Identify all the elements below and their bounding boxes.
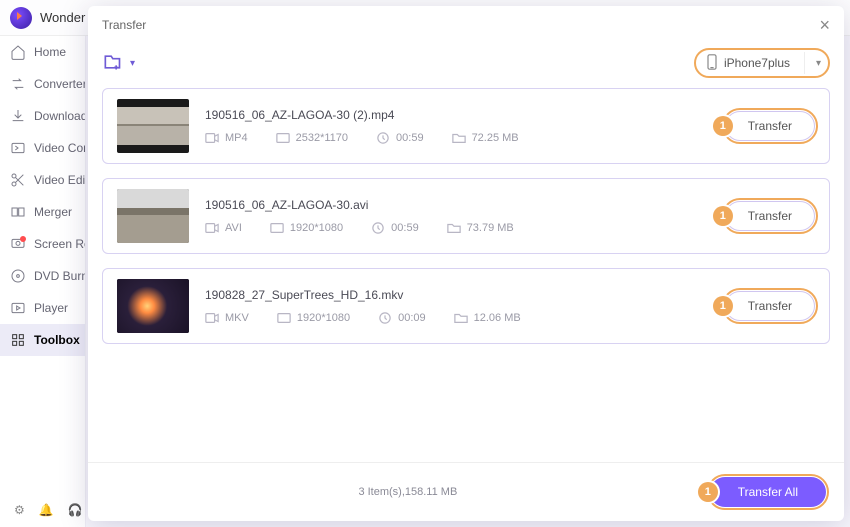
download-icon [10,108,26,124]
file-size: 72.25 MB [472,132,519,144]
close-modal-button[interactable]: × [819,16,830,34]
add-file-button[interactable] [102,53,126,73]
file-name: 190516_06_AZ-LAGOA-30.avi [205,198,709,212]
sidebar-item-label: Player [34,301,68,315]
sidebar-item-label: Home [34,45,66,59]
file-summary: 3 Item(s),158.11 MB [106,486,710,498]
transfer-modal: Transfer × ▾ iPhone7plus ▾ 190516_06_AZ-… [88,6,844,521]
file-format: MKV [225,312,249,324]
file-duration: 00:59 [396,132,424,144]
clock-icon [371,222,385,234]
folder-icon [452,132,466,144]
file-format: MP4 [225,132,248,144]
file-duration: 00:09 [398,312,426,324]
file-name: 190828_27_SuperTrees_HD_16.mkv [205,288,709,302]
clock-icon [378,312,392,324]
sidebar-item-home[interactable]: Home [0,36,85,68]
format-icon [205,132,219,144]
transfer-button[interactable]: Transfer [725,111,815,141]
file-size: 12.06 MB [474,312,521,324]
app-name: Wonder [40,10,85,25]
clock-icon [376,132,390,144]
format-icon [205,312,219,324]
resolution-icon [276,132,290,144]
transfer-button[interactable]: Transfer [725,201,815,231]
file-duration: 00:59 [391,222,419,234]
converter-icon [10,76,26,92]
step-badge: 1 [713,206,733,226]
home-icon [10,44,26,60]
sidebar-item-label: Video Compressor [34,141,86,155]
sidebar-item-converter[interactable]: Converter [0,68,85,100]
notification-dot-icon [20,236,26,242]
device-name: iPhone7plus [724,56,790,70]
resolution-icon [270,222,284,234]
step-badge: 1 [713,116,733,136]
folder-icon [447,222,461,234]
device-selector[interactable]: iPhone7plus ▾ [694,48,830,78]
file-list: 190516_06_AZ-LAGOA-30 (2).mp4 MP4 2532*1… [88,88,844,462]
sidebar-item-screen-recorder[interactable]: Screen Recorder [0,228,85,260]
transfer-all-button[interactable]: Transfer All [710,477,826,507]
transfer-button[interactable]: Transfer [725,291,815,321]
sidebar-item-label: DVD Burner [34,269,86,283]
sidebar: Home Converter Downloader Video Compress… [0,36,86,527]
sidebar-item-downloader[interactable]: Downloader [0,100,85,132]
sidebar-item-label: Downloader [34,109,86,123]
sidebar-item-video-compressor[interactable]: Video Compressor [0,132,85,164]
compress-icon [10,140,26,156]
bell-icon[interactable]: 🔔 [39,503,54,517]
modal-header: Transfer × [88,6,844,44]
disc-icon [10,268,26,284]
phone-icon [706,54,718,73]
sidebar-item-label: Screen Recorder [34,237,86,251]
file-name: 190516_06_AZ-LAGOA-30 (2).mp4 [205,108,709,122]
modal-toolbar: ▾ iPhone7plus ▾ [88,44,844,88]
file-resolution: 1920*1080 [290,222,343,234]
sidebar-item-dvd-burner[interactable]: DVD Burner [0,260,85,292]
sidebar-item-label: Video Editor [34,173,86,187]
modal-title: Transfer [102,18,146,32]
sidebar-item-label: Converter [34,77,86,91]
device-dropdown-caret[interactable]: ▾ [804,52,826,74]
merger-icon [10,204,26,220]
toolbox-icon [10,332,26,348]
play-icon [10,300,26,316]
sidebar-item-video-editor[interactable]: Video Editor [0,164,85,196]
step-badge: 1 [713,296,733,316]
file-row: 190828_27_SuperTrees_HD_16.mkv MKV 1920*… [102,268,830,344]
folder-icon [454,312,468,324]
sidebar-item-label: Toolbox [34,333,80,347]
file-size: 73.79 MB [467,222,514,234]
file-row: 190516_06_AZ-LAGOA-30.avi AVI 1920*1080 … [102,178,830,254]
file-resolution: 2532*1170 [296,132,348,144]
resolution-icon [277,312,291,324]
scissors-icon [10,172,26,188]
sidebar-item-toolbox[interactable]: Toolbox [0,324,85,356]
add-file-dropdown[interactable]: ▾ [130,58,135,69]
sidebar-bottom: ⚙ 🔔 🎧 [0,503,86,517]
app-logo [10,7,32,29]
headset-icon[interactable]: 🎧 [68,503,83,517]
file-resolution: 1920*1080 [297,312,350,324]
video-thumbnail [117,279,189,333]
modal-footer: 3 Item(s),158.11 MB 1 Transfer All [88,462,844,521]
sidebar-item-merger[interactable]: Merger [0,196,85,228]
sidebar-item-label: Merger [34,205,72,219]
file-row: 190516_06_AZ-LAGOA-30 (2).mp4 MP4 2532*1… [102,88,830,164]
file-format: AVI [225,222,242,234]
video-thumbnail [117,189,189,243]
settings-icon[interactable]: ⚙ [14,503,25,517]
sidebar-item-player[interactable]: Player [0,292,85,324]
video-thumbnail [117,99,189,153]
step-badge: 1 [698,482,718,502]
format-icon [205,222,219,234]
